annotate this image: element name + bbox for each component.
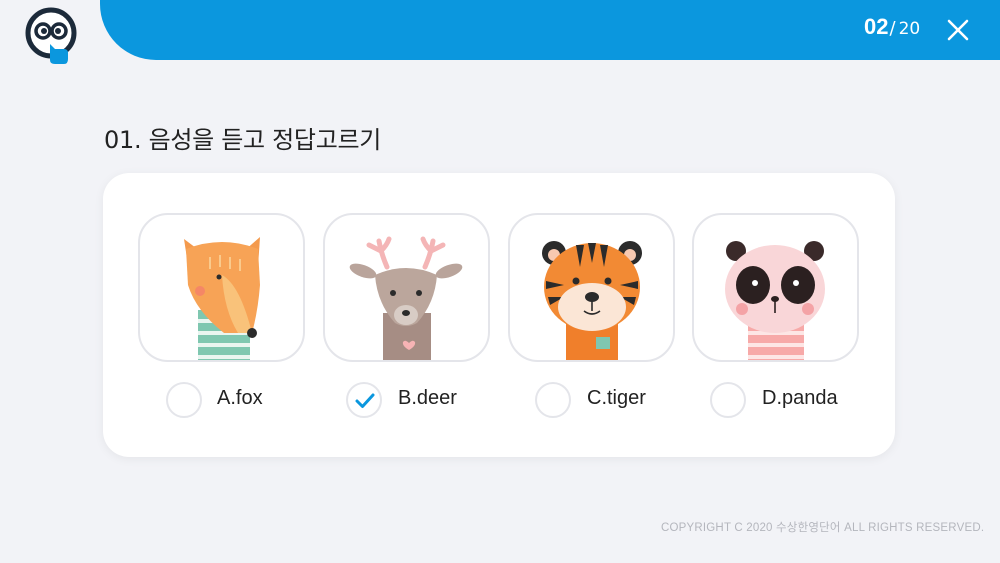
progress-counter: 02 / 20: [864, 14, 920, 46]
tiger-illustration: [542, 241, 642, 360]
check-icon: [355, 393, 375, 408]
deer-illustration: [349, 236, 463, 360]
option-c-radio[interactable]: [535, 382, 571, 418]
option-b-image[interactable]: [323, 213, 490, 362]
close-icon: [947, 19, 969, 41]
option-a-label[interactable]: A.fox: [217, 387, 263, 410]
owl-face-icon: [25, 7, 77, 64]
counter-separator: /: [889, 18, 896, 39]
fox-illustration: [184, 237, 260, 360]
app-logo: [24, 6, 80, 64]
option-d-label[interactable]: D.panda: [762, 387, 838, 410]
option-c-label[interactable]: C.tiger: [587, 387, 646, 410]
panda-illustration: [725, 241, 825, 360]
option-a-radio[interactable]: [166, 382, 202, 418]
question-title: 01. 음성을 듣고 정답고르기: [104, 126, 382, 154]
option-a-image[interactable]: [138, 213, 305, 362]
option-d-image[interactable]: [692, 213, 859, 362]
option-b-label[interactable]: B.deer: [398, 387, 457, 410]
copyright-text: COPYRIGHT C 2020 수상한영단어 ALL RIGHTS RESER…: [661, 522, 985, 534]
option-d-radio[interactable]: [710, 382, 746, 418]
option-c-image[interactable]: [508, 213, 675, 362]
close-button[interactable]: [945, 17, 971, 43]
option-b-radio[interactable]: [346, 382, 382, 418]
counter-total: 20: [898, 19, 921, 39]
counter-current: 02: [864, 14, 889, 39]
